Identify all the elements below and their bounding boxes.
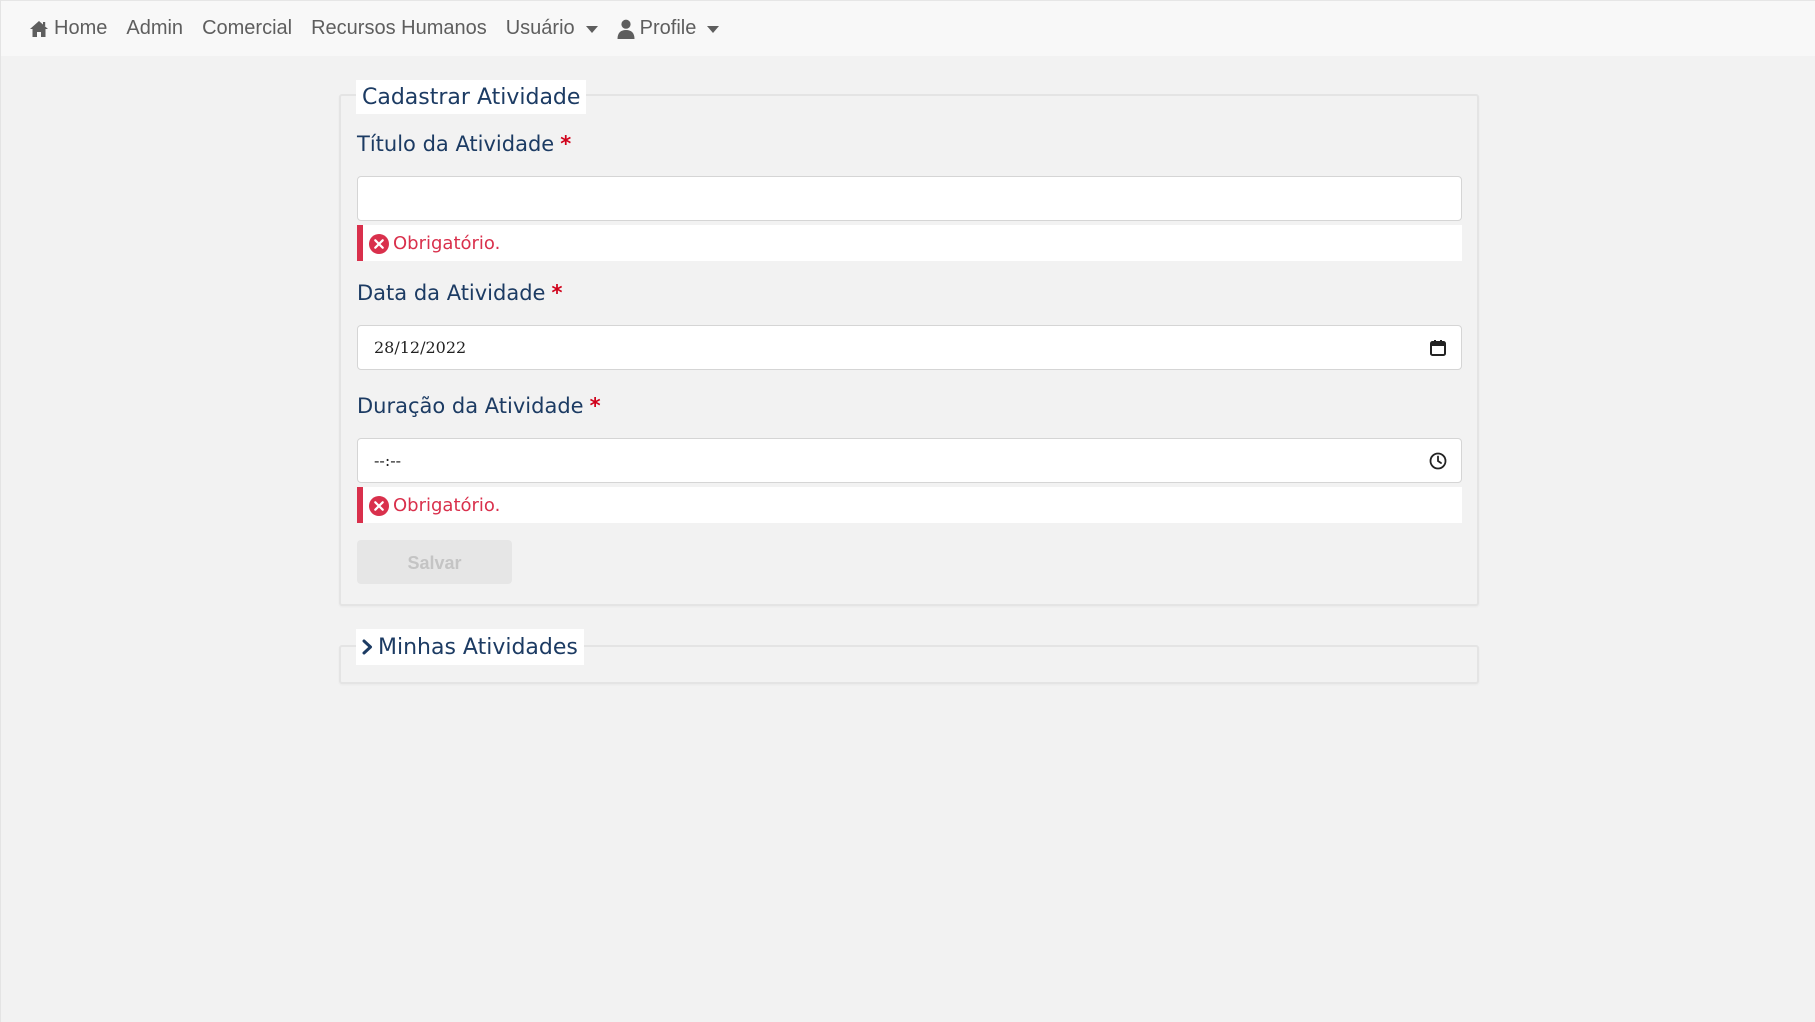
user-icon xyxy=(617,19,635,39)
my-activities-legend-text: Minhas Atividades xyxy=(378,634,578,660)
clock-icon[interactable] xyxy=(1429,452,1447,470)
my-activities-panel: Minhas Atividades xyxy=(339,629,1479,684)
duration-error: Obrigatório. xyxy=(357,487,1462,523)
form-legend: Cadastrar Atividade xyxy=(356,80,587,114)
create-activity-form: Cadastrar Atividade Título da Atividade *… xyxy=(339,80,1479,606)
nav-usuario-dropdown[interactable]: Usuário xyxy=(506,17,598,40)
chevron-right-icon xyxy=(362,639,373,655)
caret-down-icon xyxy=(585,26,598,33)
caret-down-icon xyxy=(707,26,720,33)
title-input[interactable] xyxy=(357,176,1462,221)
nav-profile-dropdown[interactable]: Profile xyxy=(617,17,720,40)
date-input[interactable]: 28/12/2022 xyxy=(357,325,1462,370)
title-label-text: Título da Atividade xyxy=(357,132,555,156)
duration-label-text: Duração da Atividade xyxy=(357,394,584,418)
error-circle-icon xyxy=(369,496,389,516)
page: Home Admin Comercial Recursos Humanos Us… xyxy=(0,0,1815,1022)
required-mark: * xyxy=(551,281,563,305)
my-activities-toggle[interactable]: Minhas Atividades xyxy=(356,629,584,665)
title-error: Obrigatório. xyxy=(357,225,1462,261)
duration-input-value: --:-- xyxy=(374,451,402,470)
nav-admin-label: Admin xyxy=(126,17,184,39)
nav-comercial-label: Comercial xyxy=(202,17,293,39)
save-button[interactable]: Salvar xyxy=(357,540,512,584)
nav-home-label: Home xyxy=(54,17,108,39)
required-mark: * xyxy=(589,394,601,418)
error-circle-icon xyxy=(369,234,389,254)
calendar-icon[interactable] xyxy=(1429,339,1447,357)
nav-profile-label: Profile xyxy=(639,17,697,39)
nav-recursos-humanos-label: Recursos Humanos xyxy=(311,17,487,39)
duration-label: Duração da Atividade * xyxy=(357,394,601,418)
required-mark: * xyxy=(560,132,572,156)
title-error-text: Obrigatório. xyxy=(393,232,501,254)
top-navbar: Home Admin Comercial Recursos Humanos Us… xyxy=(1,0,1815,56)
title-label: Título da Atividade * xyxy=(357,132,571,156)
duration-input[interactable]: --:-- xyxy=(357,438,1462,483)
nav-home[interactable]: Home xyxy=(29,17,107,40)
form-legend-text: Cadastrar Atividade xyxy=(362,84,581,110)
home-icon xyxy=(29,20,49,38)
nav-recursos-humanos[interactable]: Recursos Humanos xyxy=(311,17,487,40)
nav-usuario-label: Usuário xyxy=(505,17,575,39)
date-input-value: 28/12/2022 xyxy=(374,338,467,357)
date-label-text: Data da Atividade xyxy=(357,281,546,305)
duration-error-text: Obrigatório. xyxy=(393,494,501,516)
nav-admin[interactable]: Admin xyxy=(126,17,183,40)
date-label: Data da Atividade * xyxy=(357,281,562,305)
nav-comercial[interactable]: Comercial xyxy=(202,17,292,40)
